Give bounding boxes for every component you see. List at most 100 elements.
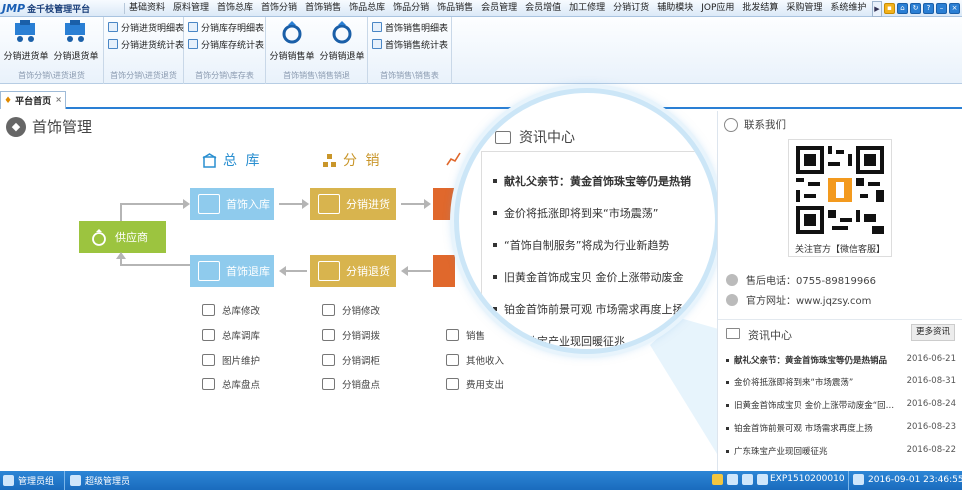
monitor-icon[interactable] <box>727 474 738 485</box>
news-item[interactable]: 广东珠宝产业现回暖征兆 2016-08-22 <box>726 445 956 459</box>
user-icon <box>70 475 81 486</box>
lens-news-item[interactable]: 旧黄金首饰成宝贝 金价上涨带动废金 <box>493 269 684 285</box>
more-news-button[interactable]: 更多资讯 <box>911 324 955 341</box>
warehouse-in-icon <box>198 194 220 214</box>
expense[interactable]: 费用支出 <box>446 377 504 391</box>
news-item[interactable]: 铂金首饰前景可观 市场需求再度上扬 2016-08-23 <box>726 422 956 436</box>
menu-item[interactable]: 基础资料 <box>125 0 169 17</box>
news-icon <box>495 130 511 144</box>
stock-in-box[interactable]: 首饰入库 <box>190 188 274 220</box>
news-item-title: 广东珠宝产业现回暖征兆 <box>734 447 828 457</box>
database-icon[interactable] <box>742 474 753 485</box>
subitem-label: 分销盘点 <box>342 380 381 391</box>
menu-item[interactable]: 首饰总库 <box>213 0 257 17</box>
sales-box[interactable] <box>433 188 455 220</box>
news-item-date: 2016-08-23 <box>906 422 956 432</box>
site-text[interactable]: 官方网址：www.jqzsy.com <box>746 292 871 307</box>
connector <box>285 270 307 272</box>
fenxiao-inventory[interactable]: 分销盘点 <box>322 377 380 391</box>
zongku-image[interactable]: 图片维护 <box>202 353 260 367</box>
dist-stock-detail-button[interactable]: 分销库存明细表 <box>188 20 264 34</box>
lens-news-item[interactable]: 广东珠宝产业现回暖征兆 <box>493 333 625 349</box>
lens-news-text: 旧黄金首饰成宝贝 金价上涨带动废金 <box>504 271 684 284</box>
dist-return-button[interactable]: 分销退货单 <box>52 20 100 66</box>
menu-item[interactable]: 饰品总库 <box>345 0 389 17</box>
arrow-left-icon <box>401 266 408 276</box>
ribbon-group-dist-reports: 分销进货明细表 分销进货统计表 首饰分销\进货退货 <box>104 17 184 84</box>
menu-item[interactable]: 首饰销售 <box>301 0 345 17</box>
sales-return-box[interactable] <box>433 255 455 287</box>
zongku-inventory[interactable]: 总库盘点 <box>202 377 260 391</box>
menu-scroll-right-icon[interactable]: ▶ <box>872 0 882 17</box>
stock-return-box[interactable]: 首饰退库 <box>190 255 274 287</box>
report-icon <box>372 22 382 32</box>
news-item[interactable]: 旧黄金首饰成宝贝 金价上涨带动废金“回… 2016-08-24 <box>726 399 956 413</box>
connector <box>120 264 190 266</box>
subitem-label: 图片维护 <box>222 356 261 367</box>
subitem-label: 总库调库 <box>222 331 261 342</box>
minimize-icon[interactable]: – <box>936 3 947 14</box>
menu-item[interactable]: 系统维护 <box>826 0 870 17</box>
close-icon[interactable]: × <box>949 3 960 14</box>
dist-purchase-button[interactable]: 分销进货单 <box>2 20 50 66</box>
dist-in-box[interactable]: 分销进货 <box>310 188 396 220</box>
lens-news-item[interactable]: 金价将抵涨即将到来“市场震荡” <box>493 205 658 221</box>
sales-detail-button[interactable]: 首饰销售明细表 <box>372 20 448 34</box>
bullet <box>493 275 497 279</box>
help-icon[interactable]: ? <box>923 3 934 14</box>
sales-item[interactable]: 销售 <box>446 328 485 342</box>
folder-icon[interactable] <box>712 474 723 485</box>
lens-news-item[interactable]: 献礼父亲节：黄金首饰珠宝等仍是热销 <box>493 173 691 189</box>
fenxiao-edit[interactable]: 分销修改 <box>322 303 380 317</box>
ribbon-label: 分销进货单 <box>3 52 49 62</box>
news-item[interactable]: 金价将抵涨即将到来“市场震荡” 2016-08-31 <box>726 376 956 390</box>
menu-item[interactable]: JOP应用 <box>697 0 738 17</box>
menu-item[interactable]: 辅助模块 <box>653 0 697 17</box>
menu-item[interactable]: 批发结算 <box>738 0 782 17</box>
dist-sale-return-button[interactable]: 分销销退单 <box>318 20 366 66</box>
menu-item[interactable]: 饰品销售 <box>433 0 477 17</box>
tab-home[interactable]: ♦ 平台首页 × <box>0 91 66 109</box>
dist-return-box[interactable]: 分销退货 <box>310 255 396 287</box>
dist-stock-stats-button[interactable]: 分销库存统计表 <box>188 37 264 51</box>
zongku-edit[interactable]: 总库修改 <box>202 303 260 317</box>
menu-item[interactable]: 采购管理 <box>782 0 826 17</box>
ribbon-group-title: 首饰分销\进货退货 <box>18 71 85 80</box>
menu-item[interactable]: 加工修理 <box>565 0 609 17</box>
app-logo: JMP 金千枝管理平台 <box>2 1 90 16</box>
sales-stats-button[interactable]: 首饰销售统计表 <box>372 37 448 51</box>
ring-icon <box>92 229 106 246</box>
site-row: 官方网址：www.jqzsy.com <box>726 292 871 307</box>
dist-sale-button[interactable]: 分销销售单 <box>268 20 316 66</box>
fenxiao-counter[interactable]: 分销调柜 <box>322 353 380 367</box>
bullet <box>726 404 729 407</box>
menu-item[interactable]: 分销订货 <box>609 0 653 17</box>
menu-item[interactable]: 首饰分销 <box>257 0 301 17</box>
menu-item[interactable]: 饰品分销 <box>389 0 433 17</box>
status-group-text: 管理员组 <box>18 477 55 487</box>
refresh-icon[interactable]: ↻ <box>910 3 921 14</box>
supplier-box[interactable]: 供应商 <box>79 221 166 253</box>
arrow-right-icon <box>302 199 309 209</box>
menu-item[interactable]: 会员增值 <box>521 0 565 17</box>
news-item[interactable]: 献礼父亲节：黄金首饰珠宝等仍是热销品 2016-06-21 <box>726 354 956 368</box>
dist-in-stats-button[interactable]: 分销进货统计表 <box>108 37 184 51</box>
fenxiao-allocate[interactable]: 分销调拨 <box>322 328 380 342</box>
ribbon-group-title: 首饰销售\销售销退 <box>283 71 350 80</box>
sales-chart-icon <box>446 152 461 166</box>
home-icon[interactable]: ⌂ <box>897 3 908 14</box>
other-income[interactable]: 其他收入 <box>446 353 504 367</box>
network-icon[interactable] <box>757 474 768 485</box>
lens-news-item[interactable]: “首饰自制服务”将成为行业新趋势 <box>493 237 669 253</box>
menu-item[interactable]: 会员管理 <box>477 0 521 17</box>
dist-in-detail-button[interactable]: 分销进货明细表 <box>108 20 184 34</box>
arrow-right-icon <box>183 199 190 209</box>
news-icon <box>726 328 740 339</box>
zongku-transfer[interactable]: 总库调库 <box>202 328 260 342</box>
tab-close-icon[interactable]: × <box>55 95 62 104</box>
news-heading: 资讯中心 更多资讯 <box>718 319 962 345</box>
lens-news-item[interactable]: 铂金首饰前景可观 市场需求再度上扬 <box>493 301 684 317</box>
news-item-title: 金价将抵涨即将到来“市场震荡” <box>734 378 854 388</box>
menu-item[interactable]: 原料管理 <box>169 0 213 17</box>
lock-icon[interactable]: ▪ <box>884 3 895 14</box>
